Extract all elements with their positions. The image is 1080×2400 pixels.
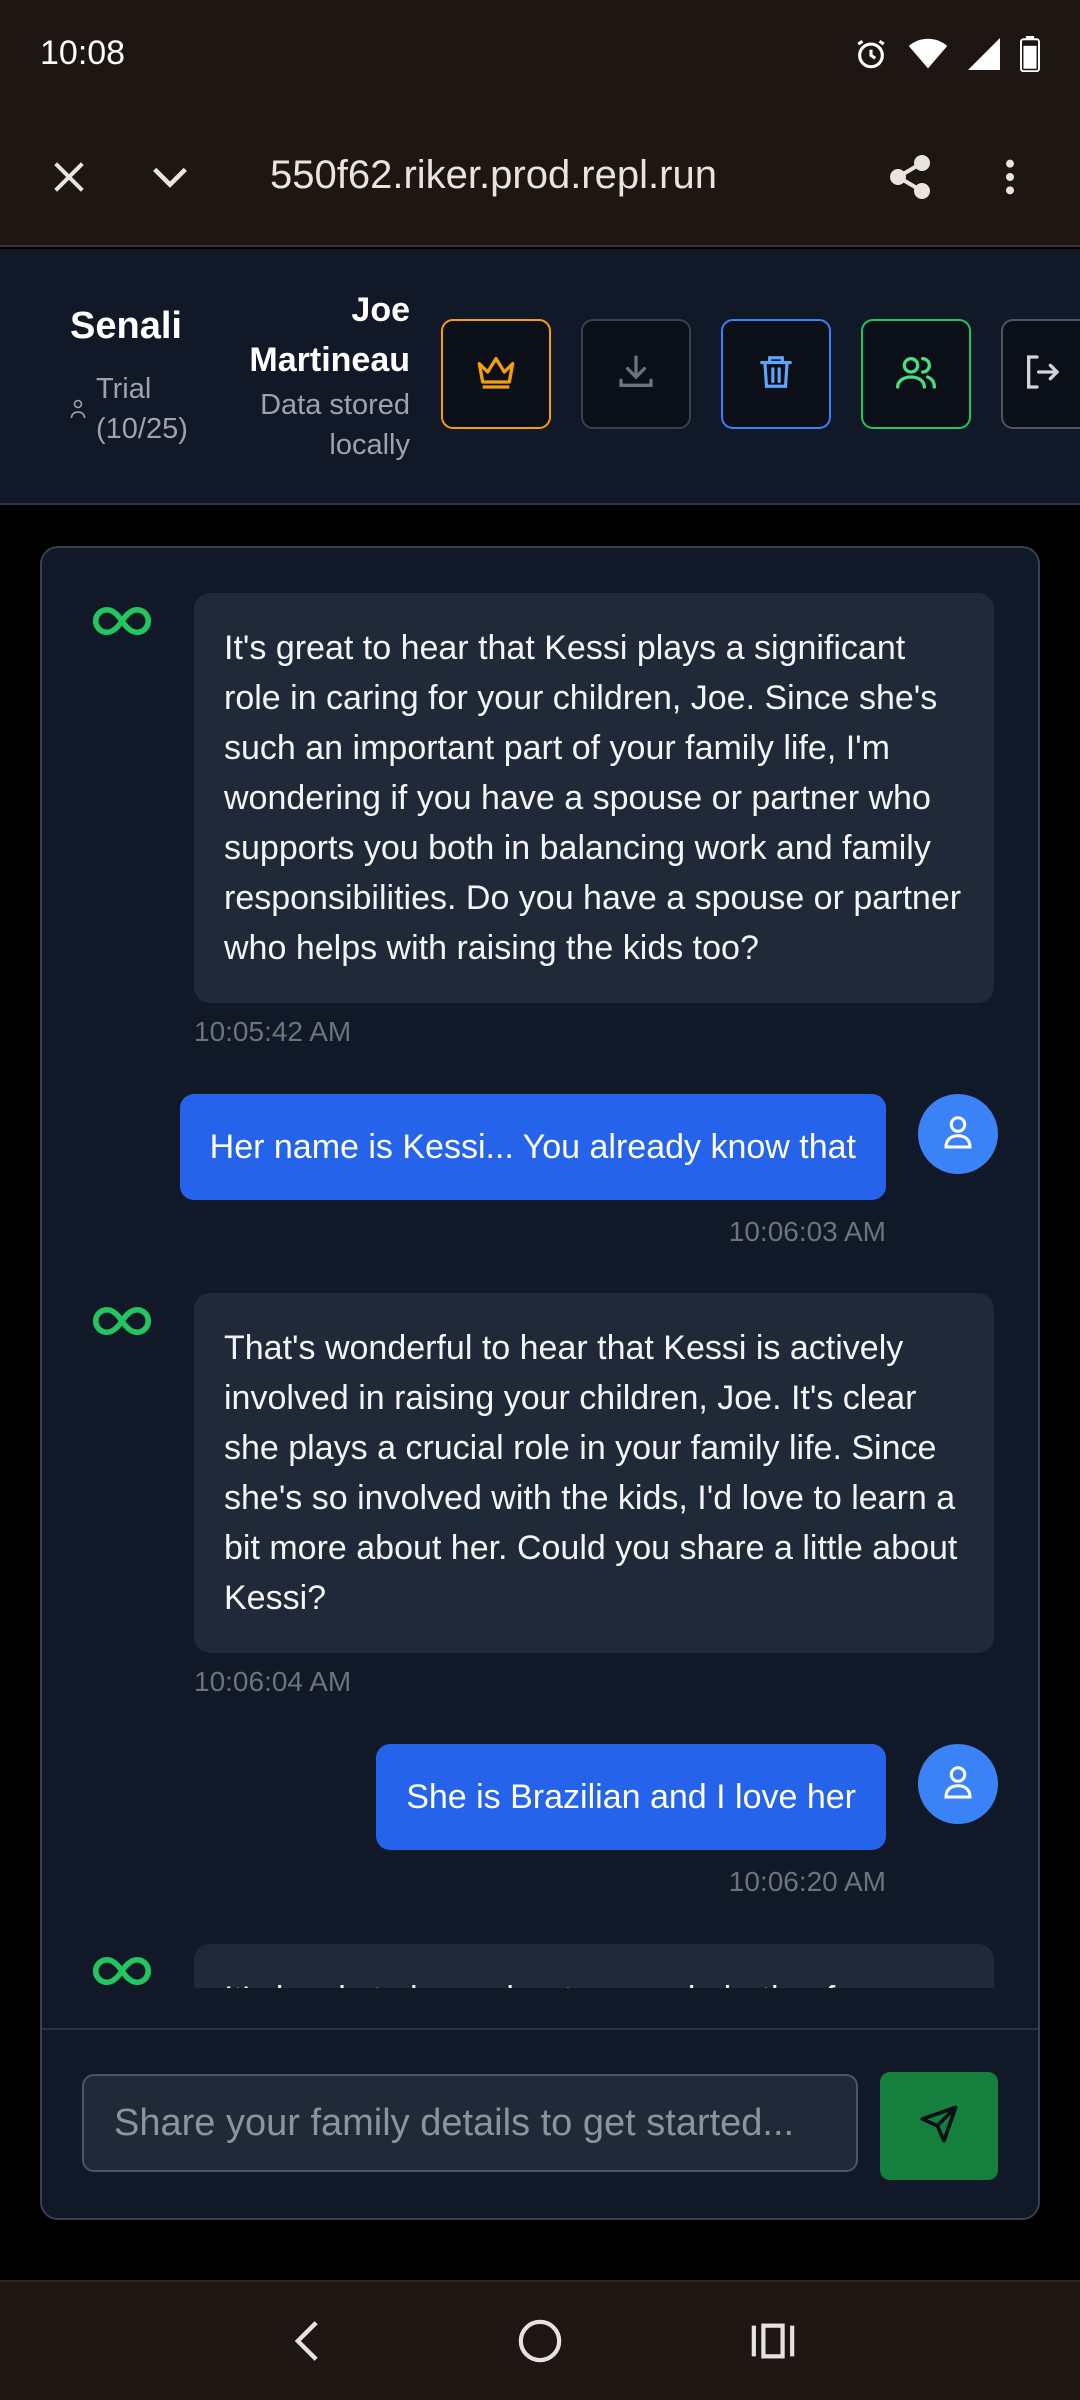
chat-input-bar <box>42 2028 1038 2218</box>
share-icon[interactable] <box>875 142 945 212</box>
user-icon <box>943 1764 973 1805</box>
assistant-message: That's wonderful to hear that Kessi is a… <box>194 1293 994 1653</box>
plan-label: Trial (10/25) <box>96 373 188 445</box>
close-icon[interactable] <box>34 142 104 212</box>
plan-status: Trial (10/25) <box>70 369 216 449</box>
message-timestamp: 10:06:03 AM <box>728 1216 886 1247</box>
assistant-message: It's great to hear that Kessi plays a si… <box>194 593 994 1003</box>
profile-block: Joe Martineau Data stored locally <box>220 285 410 465</box>
status-icons <box>854 35 1040 72</box>
send-button[interactable] <box>880 2072 998 2180</box>
battery-icon <box>1020 35 1040 72</box>
infinity-icon <box>82 1292 162 1372</box>
message-timestamp: 10:06:20 AM <box>728 1866 886 1897</box>
screen: 10:08 550f62.riker.prod.repl.run Senali … <box>0 0 1080 2400</box>
user-avatar <box>918 1744 998 1824</box>
family-button[interactable] <box>861 319 971 429</box>
chevron-down-icon[interactable] <box>135 142 205 212</box>
chat-panel: It's great to hear that Kessi plays a si… <box>40 546 1040 2220</box>
user-name: Senali <box>70 305 182 347</box>
assistant-message: It's lovely to hear about your admiratio… <box>194 1944 994 1988</box>
person-icon <box>70 399 86 449</box>
infinity-icon <box>82 592 162 672</box>
storage-note: Data stored locally <box>260 389 410 461</box>
send-icon <box>919 2104 959 2149</box>
user-message: Her name is Kessi... You already know th… <box>179 1094 886 1200</box>
download-button[interactable] <box>581 319 691 429</box>
chat-input[interactable] <box>82 2074 858 2172</box>
infinity-icon <box>82 1942 162 1988</box>
message-timestamp: 10:06:04 AM <box>194 1666 352 1697</box>
logout-icon <box>1022 352 1062 397</box>
url-bar[interactable]: 550f62.riker.prod.repl.run <box>270 153 717 198</box>
wifi-icon <box>908 38 948 70</box>
app-header: Senali Trial (10/25) Joe Martineau Data … <box>0 249 1080 505</box>
system-nav-bar <box>0 2280 1080 2400</box>
premium-button[interactable] <box>441 319 551 429</box>
user-icon <box>943 1114 973 1155</box>
message-list[interactable]: It's great to hear that Kessi plays a si… <box>42 548 1038 1988</box>
users-icon <box>895 352 937 397</box>
back-icon[interactable] <box>267 2301 347 2381</box>
recents-icon[interactable] <box>733 2301 813 2381</box>
browser-toolbar: 550f62.riker.prod.repl.run <box>0 107 1080 247</box>
message-timestamp: 10:05:42 AM <box>194 1016 352 1047</box>
home-icon[interactable] <box>500 2301 580 2381</box>
signal-icon <box>968 37 1000 70</box>
alarm-icon <box>854 37 888 71</box>
logout-button[interactable] <box>1001 319 1080 429</box>
delete-button[interactable] <box>721 319 831 429</box>
profile-name: Joe Martineau <box>249 291 410 379</box>
trash-icon <box>757 352 795 397</box>
status-time: 10:08 <box>40 34 126 72</box>
status-bar: 10:08 <box>0 0 1080 107</box>
crown-icon <box>476 354 516 395</box>
user-message: She is Brazilian and I love her <box>376 1744 886 1850</box>
more-vert-icon[interactable] <box>975 142 1045 212</box>
download-icon <box>616 352 656 397</box>
user-avatar <box>918 1094 998 1174</box>
